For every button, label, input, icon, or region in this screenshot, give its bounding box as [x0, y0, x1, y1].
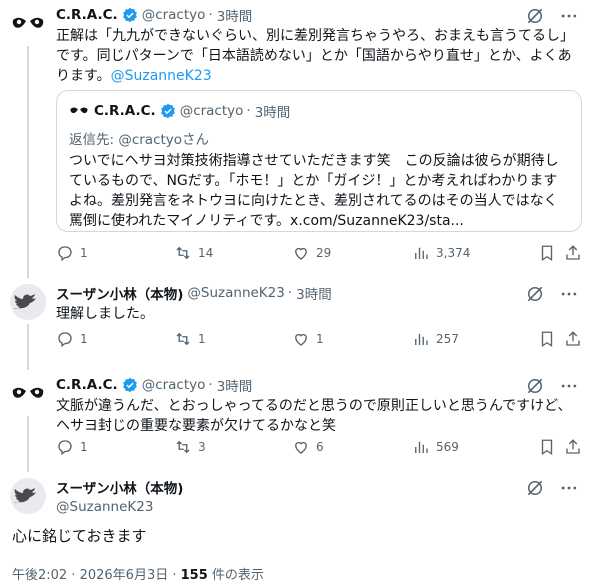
bookmark-icon — [541, 245, 553, 262]
crac-logo-icon — [70, 107, 88, 114]
bookmark-button[interactable] — [538, 438, 556, 456]
quoted-tweet[interactable]: C.R.A.C. @cractyo · 3時間 返信先: @cractyoさん … — [56, 90, 582, 232]
author-handle[interactable]: @cractyo — [142, 377, 206, 393]
crac-logo-icon — [12, 17, 44, 28]
like-button[interactable]: 29 — [292, 244, 331, 262]
reply-button[interactable]: 1 — [56, 330, 88, 348]
timestamp[interactable]: 3時間 — [217, 5, 253, 25]
views-chart-icon — [415, 441, 428, 453]
avatar[interactable] — [10, 478, 46, 514]
share-button[interactable] — [564, 330, 582, 348]
reply-button[interactable]: 1 — [56, 244, 88, 262]
more-icon[interactable] — [559, 284, 579, 304]
tweet-2[interactable]: スーザン小林（本物) @SuzanneK23 · 3時間 理解しました。 1 1… — [0, 278, 591, 370]
avatar[interactable] — [10, 376, 46, 412]
share-icon — [566, 439, 580, 454]
quote-avatar — [69, 101, 89, 121]
retweet-icon — [176, 246, 190, 260]
author-name[interactable]: スーザン小林（本物) — [56, 477, 183, 497]
grok-icon[interactable] — [525, 6, 545, 26]
more-icon[interactable] — [559, 376, 579, 396]
views-button[interactable]: 257 — [412, 330, 459, 348]
bookmark-icon — [541, 439, 553, 456]
heart-icon — [295, 247, 307, 260]
like-button[interactable]: 1 — [292, 330, 324, 348]
bookmark-icon — [541, 331, 553, 348]
author-name[interactable]: スーザン小林（本物) — [56, 283, 183, 303]
thread-line — [27, 324, 29, 370]
default-bird-avatar-icon — [14, 294, 36, 309]
tweet-text: 文脈が違うんだ、とおっしゃってるのだと思うので原則正しいと思うんですけど、 ヘサ… — [56, 398, 572, 434]
author-handle[interactable]: @SuzanneK23 — [187, 285, 284, 301]
views-label: 件の表示 — [207, 568, 264, 583]
retweet-icon — [176, 332, 190, 346]
reply-to-label: 返信先: @cractyoさん — [69, 132, 210, 148]
retweet-button[interactable]: 14 — [174, 244, 213, 262]
quote-author-name: C.R.A.C. — [94, 103, 156, 119]
views-count: 155 — [180, 568, 208, 583]
tweet-1[interactable]: C.R.A.C. @cractyo · 3時間 正解は「九九ができないぐらい、別… — [0, 0, 591, 278]
quote-author-handle: @cractyo — [179, 103, 244, 119]
share-button[interactable] — [564, 244, 582, 262]
views-button[interactable]: 3,374 — [412, 244, 470, 262]
timestamp[interactable]: 3時間 — [217, 375, 253, 395]
share-icon — [566, 245, 580, 260]
tweet-text: 正解は「九九ができないぐらい、別に差別発言ちゃうやろ、おまえも言うてるし」 です… — [56, 28, 574, 84]
action-bar: 1 3 6 569 — [56, 438, 582, 458]
quote-timestamp: 3時間 — [254, 105, 291, 121]
author-handle[interactable]: @SuzanneK23 — [56, 499, 153, 515]
default-bird-avatar-icon — [14, 488, 36, 503]
mention-link[interactable]: @SuzanneK23 — [111, 68, 212, 84]
crac-logo-icon — [12, 387, 44, 398]
share-icon — [566, 331, 580, 346]
reply-icon — [58, 440, 72, 456]
more-icon[interactable] — [559, 6, 579, 26]
grok-icon[interactable] — [525, 284, 545, 304]
verified-badge-icon — [122, 377, 137, 393]
reply-button[interactable]: 1 — [56, 438, 88, 456]
grok-icon[interactable] — [525, 376, 545, 396]
retweet-icon — [176, 440, 190, 454]
heart-icon — [295, 333, 307, 346]
like-button[interactable]: 6 — [292, 438, 324, 456]
post-timestamp[interactable]: 午後2:02 · 2026年6月3日 · — [12, 568, 181, 583]
timestamp[interactable]: 3時間 — [296, 283, 332, 303]
bookmark-button[interactable] — [538, 330, 556, 348]
thread-line — [27, 416, 29, 472]
tweet-text: 理解しました。 — [56, 306, 154, 322]
avatar[interactable] — [10, 6, 46, 42]
grok-icon[interactable] — [525, 478, 545, 498]
action-bar: 1 1 1 257 — [56, 330, 582, 350]
author-name[interactable]: C.R.A.C. — [56, 377, 118, 393]
verified-badge-icon — [122, 7, 137, 23]
tweet-3[interactable]: C.R.A.C. @cractyo · 3時間 文脈が違うんだ、とおっしゃってる… — [0, 370, 591, 472]
quote-text: ついでにヘサヨ対策技術指導させていただきます笑 この反論は彼らが期待し ているも… — [69, 153, 559, 229]
verified-badge-icon — [160, 103, 175, 119]
views-button[interactable]: 569 — [412, 438, 459, 456]
author-handle[interactable]: @cractyo — [142, 7, 206, 23]
heart-icon — [295, 441, 307, 454]
more-icon[interactable] — [559, 478, 579, 498]
reply-icon — [58, 246, 72, 262]
share-button[interactable] — [564, 438, 582, 456]
retweet-button[interactable]: 3 — [174, 438, 206, 456]
avatar[interactable] — [10, 284, 46, 320]
views-chart-icon — [415, 333, 428, 345]
bookmark-button[interactable] — [538, 244, 556, 262]
tweet-meta: 午後2:02 · 2026年6月3日 · 155 件の表示 — [12, 564, 264, 583]
main-tweet-text: 心に銘じておきます — [12, 527, 147, 545]
thread-line — [27, 46, 29, 278]
action-bar: 1 14 29 3,374 — [56, 244, 582, 264]
author-name[interactable]: C.R.A.C. — [56, 7, 118, 23]
views-chart-icon — [415, 247, 428, 259]
retweet-button[interactable]: 1 — [174, 330, 206, 348]
reply-icon — [58, 332, 72, 348]
